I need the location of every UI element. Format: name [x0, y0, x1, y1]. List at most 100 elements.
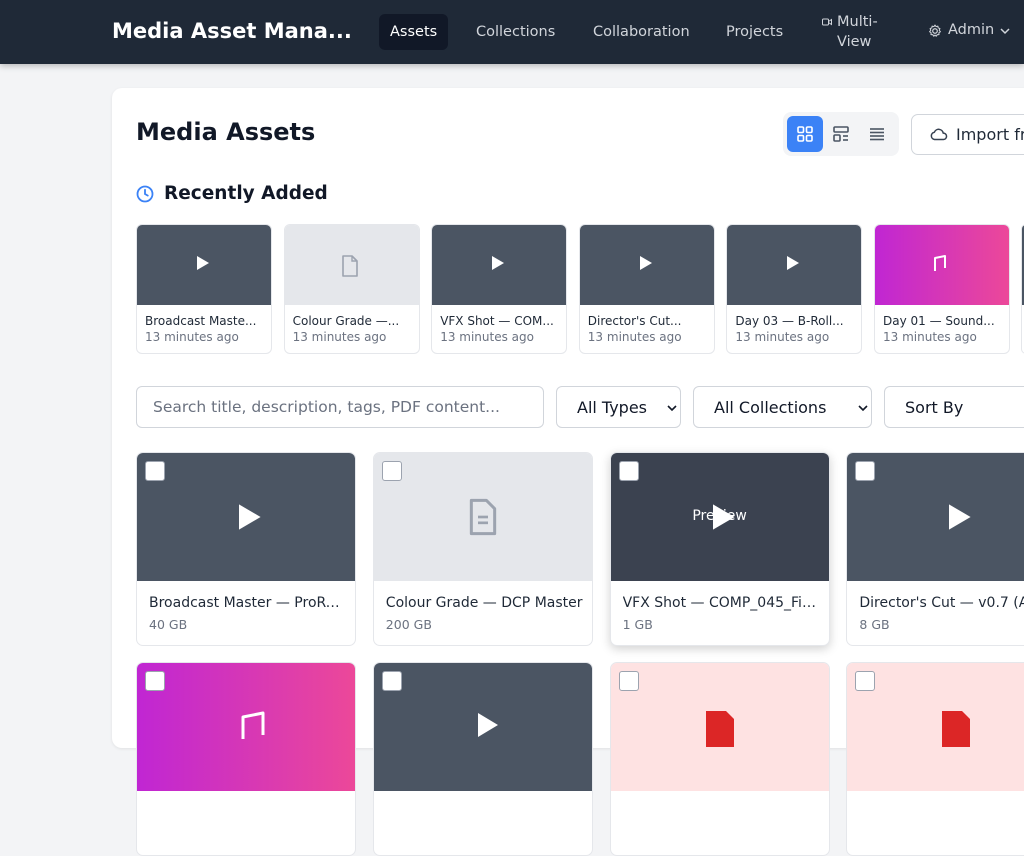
layout-icon — [833, 126, 849, 142]
asset-card[interactable] — [846, 662, 1024, 856]
top-navigation-bar: Media Asset Mana... Assets Collections C… — [0, 0, 1024, 64]
list-icon — [870, 128, 884, 141]
select-checkbox[interactable] — [855, 671, 875, 691]
recent-time: 13 minutes ago — [440, 330, 534, 344]
nav-assets[interactable]: Assets — [379, 14, 449, 50]
clock-icon — [136, 185, 154, 203]
select-checkbox[interactable] — [618, 461, 639, 481]
select-checkbox[interactable] — [381, 461, 402, 481]
play-icon — [949, 504, 971, 530]
gear-icon — [929, 24, 941, 37]
asset-type-glyph — [230, 499, 266, 539]
select-checkbox[interactable] — [145, 671, 165, 691]
play-icon — [492, 256, 505, 270]
asset-thumbnail — [373, 453, 592, 581]
type-filter-select[interactable]: All Types — [556, 386, 681, 428]
asset-card[interactable]: Director's Cut — v0.7 (Assembly) 8 GB — [846, 452, 1024, 646]
nav-projects[interactable]: Projects — [715, 14, 794, 50]
search-input[interactable] — [136, 386, 544, 428]
list-view-button[interactable] — [859, 116, 895, 152]
nav-collections[interactable]: Collections — [465, 14, 566, 50]
asset-thumbnail — [137, 453, 355, 581]
asset-thumbnail: Preview — [610, 453, 829, 581]
asset-size: 1 GB — [622, 617, 653, 632]
recent-card[interactable]: Day 03 — B-Roll... 13 minutes ago — [726, 224, 863, 354]
grid-view-button[interactable] — [787, 116, 823, 152]
asset-card[interactable]: Broadcast Master — ProRes 4444 40 GB — [136, 452, 356, 646]
play-icon — [197, 256, 209, 270]
select-checkbox[interactable] — [382, 671, 402, 691]
recent-card[interactable]: Director's Cut... 13 minutes ago — [578, 224, 715, 354]
play-icon — [478, 713, 498, 737]
play-icon — [639, 256, 652, 270]
asset-size: 8 GB — [859, 617, 890, 632]
recent-time: 13 minutes ago — [883, 330, 977, 344]
pdf-file-icon — [706, 711, 734, 747]
asset-size: 40 GB — [149, 617, 188, 632]
collection-filter-value: All Collections — [714, 398, 827, 417]
asset-card[interactable]: Preview VFX Shot — COMP_045_Final 1 GB — [609, 452, 830, 646]
asset-card[interactable] — [610, 662, 830, 856]
select-checkbox[interactable] — [619, 671, 639, 691]
recent-card[interactable]: Broadcast Maste... 13 minutes ago — [136, 224, 272, 354]
app-brand[interactable]: Media Asset Mana... — [112, 19, 352, 43]
asset-size: 200 GB — [385, 617, 432, 632]
import-button[interactable]: Import fr — [911, 114, 1024, 155]
asset-type-glyph — [465, 497, 501, 541]
chevron-down-icon — [1000, 28, 1010, 35]
admin-label: Admin — [948, 22, 995, 38]
asset-card[interactable] — [373, 662, 593, 856]
camera-icon — [822, 18, 832, 26]
document-icon — [341, 255, 358, 277]
cloud-icon — [930, 128, 948, 141]
play-icon — [239, 504, 261, 530]
recent-thumbnail — [432, 225, 567, 305]
recently-added-heading: Recently Added — [164, 183, 328, 204]
import-button-label: Import fr — [956, 125, 1024, 144]
recent-card[interactable]: Day 01 — Sound... 13 minutes ago — [874, 224, 1010, 354]
chevron-down-icon — [858, 405, 868, 412]
view-mode-toggle — [783, 112, 899, 156]
asset-thumbnail — [137, 663, 355, 791]
recent-title: Colour Grade —... — [292, 314, 400, 328]
nav-multi-view-label: Multi- View — [837, 14, 878, 50]
sort-value: Sort By — [905, 398, 964, 417]
asset-card[interactable]: Colour Grade — DCP Master 200 GB — [372, 452, 593, 646]
sort-select[interactable]: Sort By — [884, 386, 1024, 428]
document-icon — [469, 498, 496, 536]
pdf-file-icon — [942, 711, 970, 747]
recent-time: 13 minutes ago — [292, 330, 387, 344]
recent-title: VFX Shot — COM... — [440, 314, 554, 328]
recent-card[interactable]: VFX Shot — COM... 13 minutes ago — [431, 224, 568, 354]
asset-type-glyph — [940, 499, 976, 539]
recent-time: 13 minutes ago — [735, 330, 830, 344]
select-checkbox[interactable] — [145, 461, 165, 481]
asset-title: VFX Shot — COMP_045_Final — [622, 595, 821, 611]
asset-card[interactable] — [136, 662, 356, 856]
nav-collaboration[interactable]: Collaboration — [582, 14, 701, 50]
grid-icon — [797, 126, 813, 142]
music-note-icon — [241, 711, 265, 739]
asset-title: Broadcast Master — ProRes 4444 — [149, 595, 347, 611]
recent-title: Day 03 — B-Roll... — [735, 314, 844, 328]
asset-title: Colour Grade — DCP Master — [385, 595, 583, 611]
preview-overlay[interactable]: Preview — [611, 508, 829, 524]
recent-title: Broadcast Maste... — [145, 314, 257, 328]
recent-card[interactable]: Colour Grade —... 13 minutes ago — [283, 224, 420, 354]
type-filter-value: All Types — [577, 398, 648, 417]
asset-thumbnail — [611, 663, 829, 791]
collection-filter-select[interactable]: All Collections — [693, 386, 872, 428]
recent-time: 13 minutes ago — [145, 330, 239, 344]
recent-thumbnail — [579, 225, 714, 305]
chevron-down-icon — [667, 405, 677, 412]
recent-time: 13 minutes ago — [587, 330, 682, 344]
recent-thumbnail — [284, 225, 419, 305]
recent-thumbnail — [875, 225, 1009, 305]
layout-view-button[interactable] — [823, 116, 859, 152]
music-note-icon — [934, 255, 946, 271]
select-checkbox[interactable] — [855, 461, 876, 481]
recent-thumbnail — [137, 225, 271, 305]
recent-thumbnail — [727, 225, 862, 305]
asset-title: Director's Cut — v0.7 (Assembly) — [859, 595, 1024, 611]
recent-title: Day 01 — Sound... — [883, 314, 995, 328]
